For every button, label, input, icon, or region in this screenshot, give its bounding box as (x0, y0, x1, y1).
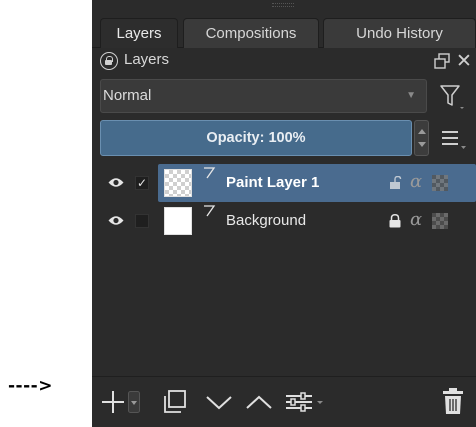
close-docker-icon[interactable]: ✕ (456, 50, 472, 72)
inherit-alpha-icon[interactable] (432, 213, 448, 229)
paint-layer-type-icon (204, 167, 216, 179)
docker-tab-bar: Layers Compositions Undo History (92, 14, 476, 48)
paint-layer-type-icon (204, 205, 216, 217)
layer-checkbox[interactable] (135, 214, 149, 228)
opacity-spinbox[interactable] (414, 120, 429, 156)
layer-thumbnail (164, 207, 192, 235)
layer-name: Paint Layer 1 (226, 174, 320, 191)
alpha-lock-icon[interactable]: α (410, 171, 422, 192)
layer-row[interactable]: Background α (92, 202, 476, 240)
layer-name: Background (226, 212, 307, 229)
tab-undo-history[interactable]: Undo History (323, 18, 476, 48)
trash-icon[interactable] (442, 387, 464, 415)
layer-toolbar (92, 376, 476, 427)
chevron-down-icon: ▼ (406, 90, 416, 101)
filter-icon[interactable] (437, 81, 467, 111)
eye-icon[interactable] (108, 177, 124, 188)
layer-row[interactable]: ✓ Paint Layer 1 α (92, 164, 476, 202)
annotation-arrow: ----> (8, 376, 53, 396)
options-menu-icon[interactable] (438, 126, 468, 150)
spin-down-icon[interactable] (418, 142, 426, 147)
inherit-alpha-icon[interactable] (432, 175, 448, 191)
lock-docker-icon[interactable] (100, 52, 118, 70)
alpha-lock-icon[interactable]: α (410, 209, 422, 230)
spin-up-icon[interactable] (418, 129, 426, 134)
docker-grip-handle[interactable] (272, 3, 294, 7)
tab-layers[interactable]: Layers (100, 18, 178, 48)
sliders-icon[interactable] (284, 389, 326, 415)
chevron-up-icon[interactable] (244, 389, 274, 415)
layer-checkbox[interactable]: ✓ (135, 176, 149, 190)
unlocked-icon[interactable] (388, 176, 402, 190)
layer-list: ✓ Paint Layer 1 α Background α (92, 162, 476, 376)
lock-icon[interactable] (388, 214, 402, 228)
float-docker-icon[interactable] (434, 53, 450, 69)
blending-mode-value: Normal (103, 87, 152, 104)
chevron-down-icon[interactable] (128, 391, 140, 413)
eye-icon[interactable] (108, 215, 124, 226)
layers-docker: Layers Compositions Undo History Layers … (92, 0, 476, 427)
layer-thumbnail (164, 169, 192, 197)
duplicate-icon[interactable] (162, 389, 188, 415)
docker-title: Layers (124, 51, 170, 68)
docker-title-bar: Layers ✕ (92, 50, 476, 72)
plus-icon[interactable] (100, 389, 126, 415)
chevron-down-icon[interactable] (204, 389, 234, 415)
opacity-slider[interactable]: Opacity: 100% (100, 120, 412, 156)
blending-mode-select[interactable]: Normal ▼ (100, 79, 427, 113)
tab-compositions[interactable]: Compositions (183, 18, 319, 48)
